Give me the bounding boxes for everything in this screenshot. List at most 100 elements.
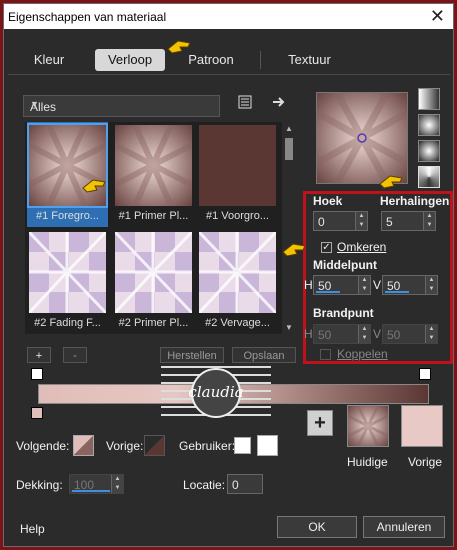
focal-label: Brandpunt [313, 306, 374, 320]
spin-arrows-icon[interactable]: ▲ ▼ [358, 276, 370, 294]
angle-value: 0 [318, 215, 325, 229]
gradient-library-grid: #1 Foregro... #1 Primer Pl... #1 Voorgro… [25, 122, 282, 334]
tab-textuur[interactable]: Textuur [272, 49, 347, 71]
invert-checkbox[interactable]: ✓ [321, 242, 332, 253]
swatch-item[interactable]: #2 Fading F... [27, 229, 108, 334]
library-dropdown[interactable]: Alles ▼ [23, 95, 220, 117]
pointing-hand-icon [281, 240, 307, 263]
mid-h-underline [316, 291, 340, 293]
remove-stop-button[interactable]: - [63, 347, 87, 363]
window-title: Eigenschappen van materiaal [8, 10, 167, 24]
radial-style-button[interactable] [418, 140, 440, 162]
mid-h-spinner[interactable]: 50 ▲ ▼ [313, 275, 371, 295]
current-label: Huidige [347, 455, 388, 469]
mid-v-underline [385, 291, 409, 293]
swatch-label: #1 Voorgro... [206, 210, 269, 222]
opacity-label: Dekking: [16, 478, 63, 492]
location-label: Locatie: [183, 478, 226, 492]
repeats-spinner[interactable]: 5 ▲ ▼ [381, 211, 436, 231]
swatch-item[interactable]: #1 Voorgro... [197, 122, 278, 227]
spin-arrows-icon[interactable]: ▲ ▼ [425, 276, 437, 294]
color-stop-left[interactable] [31, 407, 43, 419]
mid-v-label: V [373, 278, 382, 292]
gradient-swatch [29, 232, 106, 313]
repeats-value: 5 [386, 215, 393, 229]
previous-material-swatch[interactable] [401, 405, 443, 447]
gradient-swatch [199, 125, 276, 206]
spin-arrows-icon[interactable]: ▲ ▼ [355, 212, 367, 230]
focal-v-label: V [373, 327, 382, 341]
opacity-stop-left[interactable] [31, 368, 43, 380]
tab-divider [260, 51, 261, 69]
focal-v-value: 50 [387, 328, 401, 342]
plus-icon[interactable]: + [307, 410, 333, 436]
link-checkbox[interactable] [320, 349, 331, 360]
material-properties-window: Eigenschappen van materiaal ✕ Kleur Verl… [3, 3, 454, 547]
title-bar: Eigenschappen van materiaal ✕ [4, 4, 453, 29]
user-label: Gebruiker: [179, 439, 236, 453]
swatch-item[interactable]: #1 Foregro... [27, 122, 108, 227]
current-material-swatch[interactable] [347, 405, 389, 447]
prev-label: Vorige: [106, 439, 144, 453]
sunburst-style-button[interactable] [418, 166, 440, 188]
swatch-label: #1 Foregro... [36, 210, 99, 222]
spin-arrows-icon[interactable]: ▲ ▼ [358, 325, 370, 343]
check-icon: ✓ [322, 242, 331, 253]
angle-label: Hoek [313, 194, 343, 208]
opacity-stop-right[interactable] [419, 368, 431, 380]
swatch-item[interactable]: #2 Vervage... [197, 229, 278, 334]
focal-h-value: 50 [318, 328, 332, 342]
close-icon[interactable]: ✕ [430, 6, 445, 27]
scroll-up-icon[interactable]: ▲ [285, 124, 293, 133]
repeats-label: Herhalingen [380, 194, 450, 208]
user-swatch-1[interactable] [234, 437, 251, 454]
invert-label: Omkeren [337, 240, 387, 254]
previous-label: Vorige [408, 455, 443, 469]
tab-kleur[interactable]: Kleur [14, 49, 84, 71]
next-material-swatch[interactable] [73, 435, 94, 456]
focal-h-label: H [304, 327, 313, 341]
swatch-item[interactable]: #2 Primer Pl... [113, 229, 194, 334]
location-field[interactable]: 0 [227, 474, 263, 494]
mid-h-label: H [304, 278, 313, 292]
chevron-down-icon: ▼ [30, 99, 39, 109]
arrow-right-icon[interactable] [270, 94, 288, 112]
list-icon[interactable] [236, 94, 254, 112]
tab-underline [8, 74, 450, 75]
cancel-button[interactable]: Annuleren [363, 516, 445, 538]
swatch-label: #2 Vervage... [205, 317, 270, 329]
watermark-logo: claudia [161, 357, 271, 429]
help-button[interactable]: Help [20, 522, 45, 536]
user-swatch-2[interactable] [257, 435, 278, 456]
gradient-preview[interactable] [315, 91, 409, 185]
opacity-underline [72, 490, 110, 492]
scroll-down-icon[interactable]: ▼ [285, 323, 293, 332]
library-scrollbar[interactable]: ▲ ▼ [282, 122, 296, 334]
link-label: Koppelen [337, 347, 388, 361]
spin-arrows-icon[interactable]: ▲ ▼ [111, 475, 123, 493]
mid-v-spinner[interactable]: 50 ▲ ▼ [382, 275, 438, 295]
prev-material-swatch[interactable] [144, 435, 165, 456]
swatch-label: #1 Primer Pl... [118, 210, 189, 222]
linear-style-button[interactable] [418, 88, 440, 110]
angle-spinner[interactable]: 0 ▲ ▼ [313, 211, 368, 231]
location-value: 0 [232, 478, 239, 492]
watermark-text: claudia [188, 383, 243, 401]
next-label: Volgende: [16, 439, 70, 453]
focal-h-spinner[interactable]: 50 ▲ ▼ [313, 324, 371, 344]
rectangular-style-button[interactable] [418, 114, 440, 136]
gradient-swatch [115, 232, 192, 313]
spin-arrows-icon[interactable]: ▲ ▼ [423, 212, 435, 230]
gradient-swatch [199, 232, 276, 313]
midpoint-label: Middelpunt [313, 258, 377, 272]
add-stop-button[interactable]: + [27, 347, 51, 363]
ok-button[interactable]: OK [277, 516, 357, 538]
swatch-item[interactable]: #1 Primer Pl... [113, 122, 194, 227]
gradient-swatch [115, 125, 192, 206]
spin-arrows-icon[interactable]: ▲ ▼ [425, 325, 437, 343]
focal-v-spinner[interactable]: 50 ▲ ▼ [382, 324, 438, 344]
opacity-spinner[interactable]: 100 ▲ ▼ [69, 474, 124, 494]
pointing-hand-icon [81, 176, 107, 199]
scroll-thumb[interactable] [285, 138, 293, 160]
tab-verloop[interactable]: Verloop [95, 49, 165, 71]
